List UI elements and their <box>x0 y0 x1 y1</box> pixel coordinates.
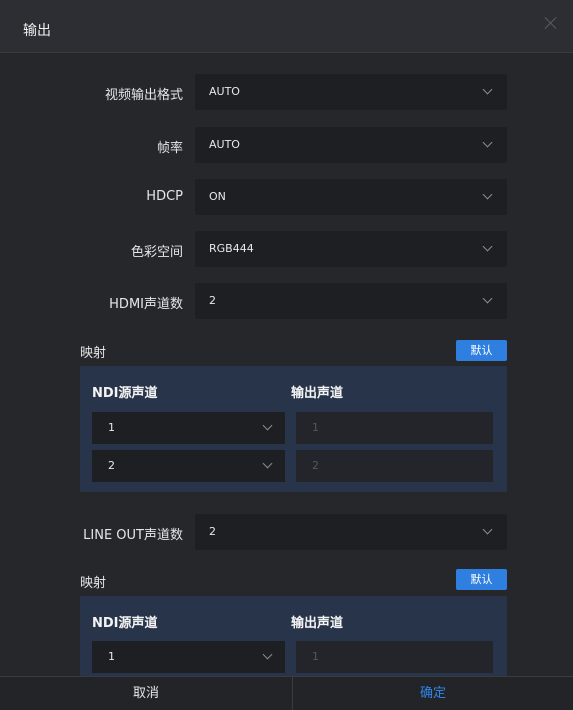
frame-rate-value: AUTO <box>209 138 240 151</box>
chevron-down-icon <box>482 84 493 95</box>
hdmi-channels-label: HDMI声道数 <box>109 297 183 312</box>
color-space-select[interactable]: RGB444 <box>195 231 507 267</box>
frame-rate-row: 帧率 AUTO <box>0 127 573 163</box>
lineout-channels-select[interactable]: 2 <box>195 514 507 550</box>
hdmi-channels-value: 2 <box>209 294 216 307</box>
lineout-default-button[interactable]: 默认 <box>456 569 507 590</box>
lineout-out-header: 输出声道 <box>291 616 344 631</box>
dialog-header: 输出 <box>0 0 573 53</box>
lineout-src-header: NDI源声道 <box>92 616 158 631</box>
dialog-title: 输出 <box>23 23 51 39</box>
hdmi-mapping-panel: NDI源声道 输出声道 1 1 2 2 <box>80 366 507 492</box>
hdcp-value: ON <box>209 190 226 203</box>
lineout-src-select-1[interactable]: 1 <box>92 641 285 673</box>
lineout-channels-label: LINE OUT声道数 <box>83 528 183 543</box>
hdmi-out-field-1: 1 <box>296 412 493 444</box>
chevron-down-icon <box>482 293 493 304</box>
confirm-button[interactable]: 确定 <box>293 677 573 710</box>
hdmi-src-header: NDI源声道 <box>92 386 158 401</box>
frame-rate-select[interactable]: AUTO <box>195 127 507 163</box>
hdmi-out-field-2: 2 <box>296 450 493 482</box>
chevron-down-icon <box>262 649 273 660</box>
lineout-out-value-1: 1 <box>312 650 319 663</box>
color-space-label: 色彩空间 <box>130 245 183 260</box>
lineout-channels-row: LINE OUT声道数 2 <box>0 514 573 550</box>
frame-rate-label: 帧率 <box>156 141 183 156</box>
cancel-button[interactable]: 取消 <box>0 677 293 710</box>
hdmi-src-value-1: 1 <box>108 421 115 434</box>
video-format-row: 视频输出格式 AUTO <box>0 74 573 110</box>
hdcp-select[interactable]: ON <box>195 179 507 215</box>
chevron-down-icon <box>482 189 493 200</box>
chevron-down-icon <box>482 524 493 535</box>
hdmi-out-value-2: 2 <box>312 459 319 472</box>
hdmi-default-button[interactable]: 默认 <box>456 340 507 361</box>
hdmi-mapping-title: 映射 <box>80 346 107 361</box>
chevron-down-icon <box>262 420 273 431</box>
lineout-channels-value: 2 <box>209 525 216 538</box>
chevron-down-icon <box>482 137 493 148</box>
chevron-down-icon <box>262 458 273 469</box>
video-format-select[interactable]: AUTO <box>195 74 507 110</box>
dialog-content: 视频输出格式 AUTO 帧率 AUTO HDCP ON 色彩空间 RGB444 … <box>0 54 573 676</box>
close-icon[interactable] <box>543 15 559 31</box>
hdmi-src-value-2: 2 <box>108 459 115 472</box>
video-format-label: 视频输出格式 <box>104 88 183 103</box>
lineout-mapping-panel: NDI源声道 输出声道 1 1 <box>80 596 507 676</box>
hdmi-channels-select[interactable]: 2 <box>195 283 507 319</box>
color-space-value: RGB444 <box>209 242 254 255</box>
hdmi-src-select-1[interactable]: 1 <box>92 412 285 444</box>
video-format-value: AUTO <box>209 85 240 98</box>
hdmi-src-select-2[interactable]: 2 <box>92 450 285 482</box>
hdcp-label: HDCP <box>146 189 183 204</box>
lineout-out-field-1: 1 <box>296 641 493 673</box>
lineout-mapping-title: 映射 <box>80 576 107 591</box>
hdcp-row: HDCP ON <box>0 179 573 215</box>
lineout-src-value-1: 1 <box>108 650 115 663</box>
dialog-footer: 取消 确定 <box>0 676 573 710</box>
hdmi-channels-row: HDMI声道数 2 <box>0 283 573 319</box>
hdmi-out-header: 输出声道 <box>291 386 344 401</box>
chevron-down-icon <box>482 241 493 252</box>
hdmi-out-value-1: 1 <box>312 421 319 434</box>
color-space-row: 色彩空间 RGB444 <box>0 231 573 267</box>
